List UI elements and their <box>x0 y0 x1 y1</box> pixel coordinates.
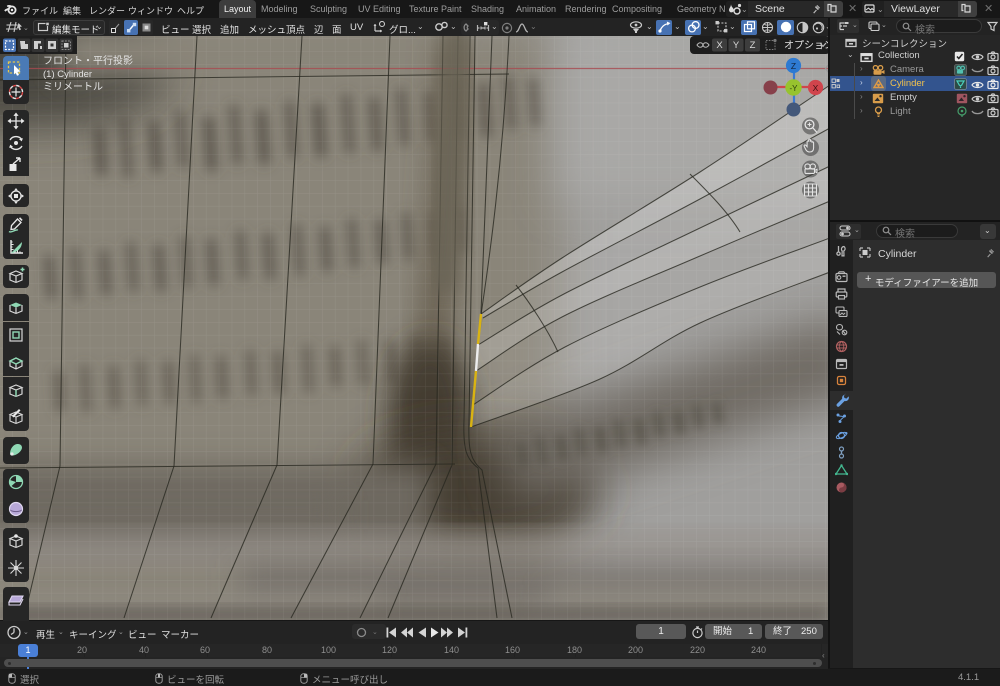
svg-text:フロント・平行投影: フロント・平行投影 <box>43 54 133 67</box>
svg-text:Z: Z <box>750 40 756 51</box>
svg-text:X: X <box>716 40 723 51</box>
svg-text:-Y: -Y <box>790 84 799 93</box>
svg-text:Z: Z <box>791 61 796 71</box>
svg-text:X: X <box>813 83 819 93</box>
svg-text:ミリメートル: ミリメートル <box>43 82 103 93</box>
svg-text:(1) Cylinder: (1) Cylinder <box>43 69 92 80</box>
svg-text:Y: Y <box>733 40 740 51</box>
